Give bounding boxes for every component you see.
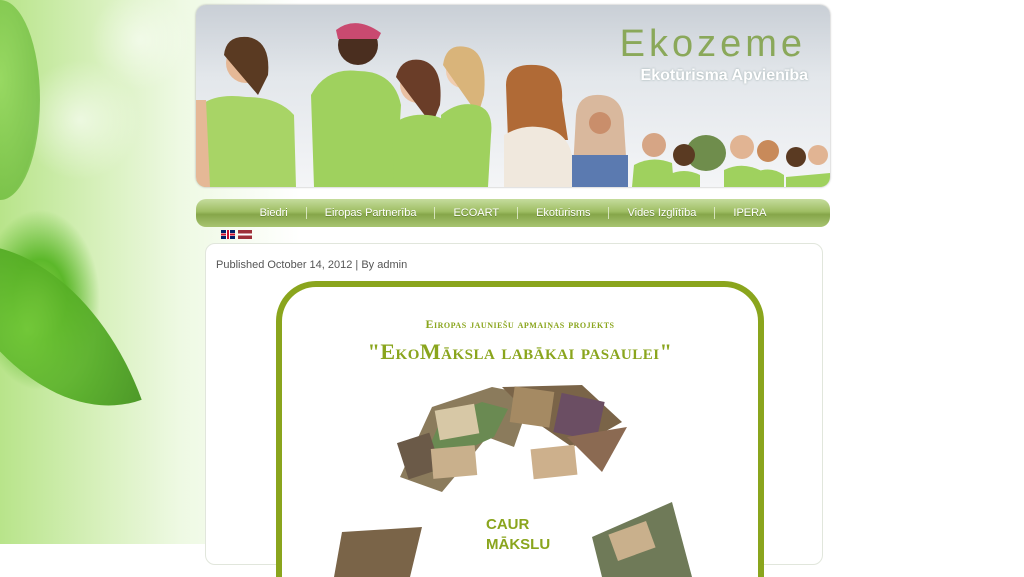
post-content: Published October 14, 2012 | By admin Ei…: [205, 243, 823, 577]
background-leaf: [0, 202, 142, 448]
nav-item-biedri[interactable]: Biedri: [242, 207, 306, 219]
uk-flag-icon[interactable]: [221, 230, 235, 239]
poster-caption-line2: MĀKSLU: [486, 536, 551, 553]
latvia-flag-icon[interactable]: [238, 230, 252, 239]
nav-item-ekoturisms[interactable]: Ekotūrisms: [518, 207, 608, 219]
nav-item-eiropas-partneriba[interactable]: Eiropas Partnerība: [307, 207, 435, 219]
nav-separator: [305, 207, 307, 219]
nav-item-vides-izglitiba[interactable]: Vides Izglītība: [609, 207, 714, 219]
nav-separator: [608, 207, 610, 219]
nav-separator: [517, 207, 519, 219]
post-meta: Published October 14, 2012 | By admin: [216, 259, 408, 271]
main-nav: Biedri Eiropas Partnerība ECOART Ekotūri…: [196, 199, 830, 227]
site-title[interactable]: Ekozeme: [616, 23, 806, 66]
site-subtitle: Ekotūrisma Apvienība: [640, 67, 808, 84]
header-banner: Ekozeme Ekotūrisma Apvienība: [196, 5, 830, 187]
poster-caption: CAUR MĀKSLU: [486, 515, 550, 555]
nav-separator: [434, 207, 436, 219]
nav-separator: [714, 207, 716, 219]
post-poster-image: Eiropas jauniešu apmaiņas projekts "EkoM…: [276, 281, 764, 577]
nav-item-ecoart[interactable]: ECOART: [435, 207, 517, 219]
poster-caption-line1: CAUR: [486, 516, 530, 533]
language-switcher: [221, 230, 252, 239]
nav-item-ipera[interactable]: IPERA: [715, 207, 784, 219]
background-leaf-top: [0, 0, 40, 200]
